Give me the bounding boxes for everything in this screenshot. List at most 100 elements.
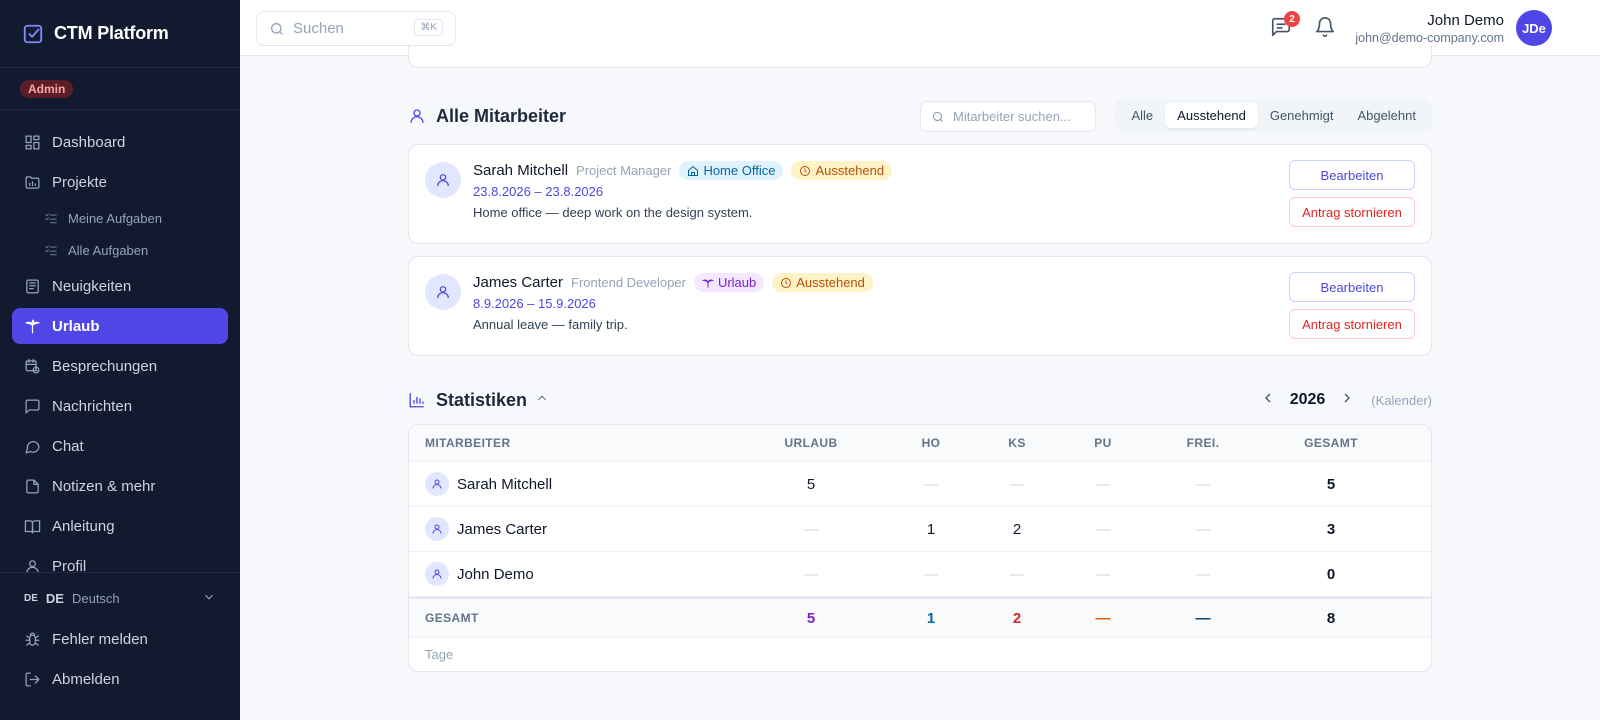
language-label: Deutsch: [71, 590, 120, 606]
global-search-input[interactable]: Suchen ⌘K: [256, 11, 456, 46]
request-header: James Carter Frontend Developer Urlaub A…: [473, 273, 873, 292]
request-dates: 23.8.2026 – 23.8.2026: [473, 184, 604, 199]
edit-button[interactable]: Bearbeiten: [1289, 272, 1415, 302]
sidebar-item-dashboard[interactable]: Dashboard: [12, 124, 228, 160]
cancel-request-button[interactable]: Antrag stornieren: [1289, 197, 1415, 227]
employee-name: James Carter: [457, 520, 548, 538]
user-icon: [437, 286, 449, 299]
request-note: Home office — deep work on the design sy…: [473, 205, 753, 220]
table-row[interactable]: John Demo — — — — — 0: [409, 552, 1431, 597]
ho-value: —: [923, 475, 939, 493]
request-card: James Carter Frontend Developer Urlaub A…: [408, 256, 1432, 356]
sidebar: CTM Platform Admin Dashboard Projekte Me…: [0, 0, 240, 720]
collapse-button[interactable]: [527, 391, 549, 410]
table-footer: Tage: [409, 638, 1431, 671]
employee-search-input[interactable]: Mitarbeiter suchen...: [920, 101, 1096, 132]
language-select[interactable]: DE DE Deutsch: [0, 581, 240, 615]
avatar[interactable]: JDe: [1516, 10, 1552, 46]
table-total-row: GESAMT 5 1 2 — — 8: [409, 597, 1431, 638]
user-icon: [432, 569, 442, 579]
total-value: 0: [1326, 565, 1336, 583]
sidebar-bottom: DE DE Deutsch Fehler melden Abmelden: [0, 572, 240, 701]
stats-header: Statistiken 2026 (Kalender): [408, 383, 1432, 417]
sidebar-item-chat[interactable]: Chat: [12, 428, 228, 464]
type-label: Urlaub: [717, 275, 757, 290]
sidebar-item-meine-aufgaben[interactable]: Meine Aufgaben: [12, 204, 228, 232]
column-header-frei: FREI.: [1186, 436, 1220, 450]
user-menu[interactable]: John Demo john@demo-company.com: [1355, 12, 1504, 45]
total-label: GESAMT: [425, 611, 479, 625]
logout-label: Abmelden: [52, 670, 120, 688]
request-body: Sarah Mitchell Project Manager Home Offi…: [473, 161, 893, 220]
sidebar-item-notizen[interactable]: Notizen & mehr: [12, 468, 228, 504]
request-card: Sarah Mitchell Project Manager Home Offi…: [408, 144, 1432, 244]
sidebar-item-anleitung[interactable]: Anleitung: [12, 508, 228, 544]
search-placeholder: Suchen: [293, 20, 344, 37]
search-shortcut: ⌘K: [414, 19, 443, 36]
type-badge: Urlaub: [693, 273, 765, 292]
logout-button[interactable]: Abmelden: [12, 661, 228, 697]
type-badge: Home Office: [679, 161, 784, 180]
sidebar-item-besprechungen[interactable]: Besprechungen: [12, 348, 228, 384]
bar-chart-icon: [409, 393, 424, 408]
list-check-icon: [45, 245, 57, 256]
employee-cell: Sarah Mitchell: [425, 462, 745, 506]
ks-value: 2: [1012, 520, 1022, 538]
pu-value: —: [1095, 475, 1111, 493]
filter-abgelehnt[interactable]: Abgelehnt: [1345, 103, 1428, 128]
prev-year-button[interactable]: [1260, 390, 1276, 411]
sidebar-item-neuigkeiten[interactable]: Neuigkeiten: [12, 268, 228, 304]
nav-scroll[interactable]: Dashboard Projekte Meine Aufgaben Alle A…: [0, 110, 240, 572]
ks-value: —: [1009, 565, 1025, 583]
filter-ausstehend[interactable]: Ausstehend: [1165, 103, 1258, 128]
chevron-down-icon: [202, 590, 216, 607]
edit-button[interactable]: Bearbeiten: [1289, 160, 1415, 190]
bell-icon: [1315, 17, 1335, 37]
logout-icon: [25, 671, 40, 687]
clock-icon: [781, 277, 792, 288]
sidebar-item-nachrichten[interactable]: Nachrichten: [12, 388, 228, 424]
avatar: [425, 517, 449, 541]
type-label: Home Office: [703, 163, 776, 178]
book-icon: [24, 519, 41, 534]
user-icon: [410, 109, 424, 123]
user-icon: [432, 479, 442, 489]
ho-total: 1: [926, 609, 936, 627]
message-square-icon: [25, 398, 40, 414]
table-row[interactable]: Sarah Mitchell 5 — — — — 5: [409, 462, 1431, 507]
year-value: 2026: [1289, 391, 1326, 408]
role-badge: Admin: [20, 79, 74, 98]
sidebar-item-alle-aufgaben[interactable]: Alle Aufgaben: [12, 236, 228, 264]
messages-button[interactable]: 2: [1270, 11, 1300, 40]
avatar: [425, 274, 461, 310]
brand[interactable]: CTM Platform: [0, 0, 240, 68]
cancel-request-button[interactable]: Antrag stornieren: [1289, 309, 1415, 339]
message-circle-icon: [25, 440, 40, 454]
report-bug-button[interactable]: Fehler melden: [12, 621, 228, 657]
employee-name: Sarah Mitchell: [457, 475, 553, 493]
pu-value: —: [1095, 520, 1111, 538]
sidebar-item-projekte[interactable]: Projekte: [12, 164, 228, 200]
filter-alle[interactable]: Alle: [1119, 103, 1165, 128]
next-year-button[interactable]: [1339, 390, 1355, 411]
stats-table: MITARBEITER URLAUB HO KS PU FREI. GESAMT…: [408, 424, 1432, 672]
dashboard-icon: [25, 134, 40, 150]
filter-genehmigt[interactable]: Genehmigt: [1258, 103, 1346, 128]
report-bug-label: Fehler melden: [52, 630, 148, 648]
messages-badge: 2: [1284, 11, 1300, 27]
bug-icon: [25, 632, 40, 646]
user-icon: [432, 524, 442, 534]
employee-name: John Demo: [457, 565, 534, 583]
urlaub-value: 5: [806, 475, 816, 493]
column-header-total: GESAMT: [1304, 436, 1358, 450]
pu-value: —: [1095, 565, 1111, 583]
table-row[interactable]: James Carter — 1 2 — — 3: [409, 507, 1431, 552]
sidebar-item-urlaub[interactable]: Urlaub: [12, 308, 228, 344]
notifications-button[interactable]: [1314, 16, 1338, 40]
search-icon: [932, 111, 944, 122]
file-icon: [26, 478, 39, 494]
sidebar-item-label: Meine Aufgaben: [68, 210, 162, 226]
sidebar-item-profil[interactable]: Profil: [12, 548, 228, 572]
palm-tree-icon: [25, 318, 40, 334]
unit-label: Tage: [425, 647, 454, 662]
